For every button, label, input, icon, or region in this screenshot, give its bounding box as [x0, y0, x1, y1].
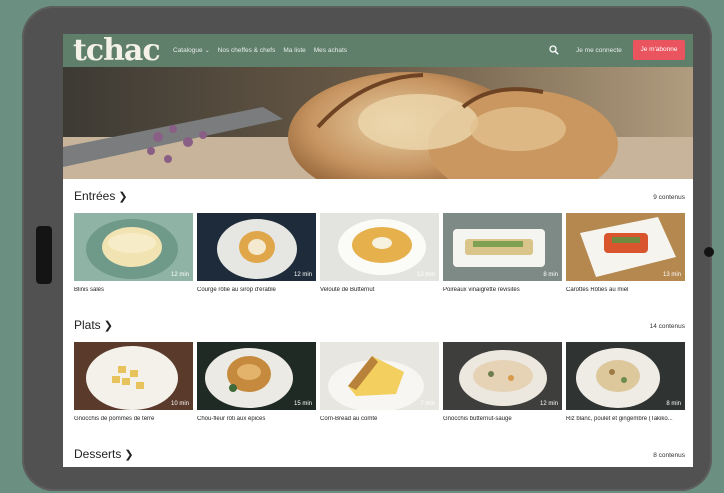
nav-item-catalogue[interactable]: Catalogue ⌄ [173, 47, 210, 54]
login-link[interactable]: Je me connecte [576, 34, 622, 67]
recipe-thumbnail: 10 min [74, 342, 193, 410]
chevron-down-icon: ⌄ [204, 48, 210, 54]
tablet-screen: tchac Catalogue ⌄ Nos cheffes & chefs Ma … [63, 34, 693, 467]
nav-item-ma-liste[interactable]: Ma liste [283, 47, 305, 54]
section-count: 9 contenus [653, 194, 685, 201]
hero-banner [63, 67, 693, 179]
section-count: 8 contenus [653, 452, 685, 459]
recipe-caption: Velouté de Butternut [320, 287, 375, 293]
duration-label: 10 min [170, 401, 189, 407]
recipe-caption: Gnocchis butternut-sauge [443, 416, 512, 422]
recipe-thumbnail: 13 min [566, 213, 685, 281]
recipe-card[interactable]: 15 min Chou-fleur rôti aux épices [197, 342, 316, 422]
recipe-caption: Corn-Bread au comté [320, 416, 378, 422]
duration-label: 8 min [543, 272, 558, 278]
duration-label: 8 min [666, 401, 681, 407]
recipe-caption: Chou-fleur rôti aux épices [197, 416, 266, 422]
duration-label: 13 min [416, 272, 435, 278]
duration-label: 15 min [293, 401, 312, 407]
recipe-caption: Blinis salés [74, 287, 105, 293]
main-nav: Catalogue ⌄ Nos cheffes & chefs Ma liste … [173, 34, 347, 67]
recipe-card[interactable]: 8 min Riz blanc, poulet et gingembre (Ta… [566, 342, 685, 422]
search-icon[interactable] [549, 45, 559, 55]
recipe-thumbnail: 7 min [320, 342, 439, 410]
recipe-card[interactable]: 10 min Gnocchis de pommes de terre [74, 342, 193, 422]
recipe-thumbnail: 15 min [197, 342, 316, 410]
recipe-card[interactable]: 8 min Poireaux vinaigrette revisités [443, 213, 562, 293]
subscribe-button[interactable]: Je m'abonne [633, 40, 685, 60]
section-title-link[interactable]: Plats ❯ [74, 318, 113, 332]
site-header: tchac Catalogue ⌄ Nos cheffes & chefs Ma … [63, 34, 693, 67]
section-title-link[interactable]: Entrées ❯ [74, 189, 128, 203]
recipe-caption: Riz blanc, poulet et gingembre (Takiko..… [566, 416, 673, 422]
recipe-thumbnail: 12 min [197, 213, 316, 281]
duration-label: 13 min [662, 272, 681, 278]
recipe-thumbnail: 13 min [320, 213, 439, 281]
recipe-caption: Courge rôtie au sirop d'érable [197, 287, 276, 293]
recipe-thumbnail: 12 min [74, 213, 193, 281]
duration-label: 12 min [293, 272, 312, 278]
recipe-card[interactable]: 12 min Blinis salés [74, 213, 193, 293]
recipe-card[interactable]: 13 min Velouté de Butternut [320, 213, 439, 293]
recipe-thumbnail: 12 min [443, 342, 562, 410]
duration-label: 7 min [420, 401, 435, 407]
recipe-caption: Carottes Rôties au miel [566, 287, 629, 293]
recipe-card[interactable]: 12 min Gnocchis butternut-sauge [443, 342, 562, 422]
section-count: 14 contenus [649, 323, 685, 330]
section-title: Plats [74, 318, 101, 332]
recipe-caption: Poireaux vinaigrette revisités [443, 287, 520, 293]
chevron-right-icon: ❯ [118, 191, 128, 203]
nav-item-label: Catalogue [173, 47, 203, 54]
hero-bread-image [63, 67, 693, 179]
section-title: Entrées [74, 189, 116, 203]
nav-item-mes-achats[interactable]: Mes achats [314, 47, 347, 54]
recipe-thumbnail: 8 min [566, 342, 685, 410]
card-row: 12 min Blinis salés 12 min Courge rôtie … [74, 213, 685, 293]
recipe-caption: Gnocchis de pommes de terre [74, 416, 155, 422]
card-row: 10 min Gnocchis de pommes de terre 15 mi… [74, 342, 685, 422]
chevron-right-icon: ❯ [124, 449, 134, 461]
duration-label: 12 min [539, 401, 558, 407]
tablet-camera [704, 247, 714, 257]
duration-label: 12 min [170, 272, 189, 278]
recipe-card[interactable]: 7 min Corn-Bread au comté [320, 342, 439, 422]
section-title: Desserts [74, 447, 122, 461]
recipe-card[interactable]: 12 min Courge rôtie au sirop d'érable [197, 213, 316, 293]
recipe-thumbnail: 8 min [443, 213, 562, 281]
site-logo[interactable]: tchac [73, 34, 161, 67]
recipe-card[interactable]: 13 min Carottes Rôties au miel [566, 213, 685, 293]
nav-item-chefs[interactable]: Nos cheffes & chefs [218, 47, 276, 54]
chevron-right-icon: ❯ [103, 320, 113, 332]
tablet-side-button [36, 226, 52, 284]
section-title-link[interactable]: Desserts ❯ [74, 447, 134, 461]
